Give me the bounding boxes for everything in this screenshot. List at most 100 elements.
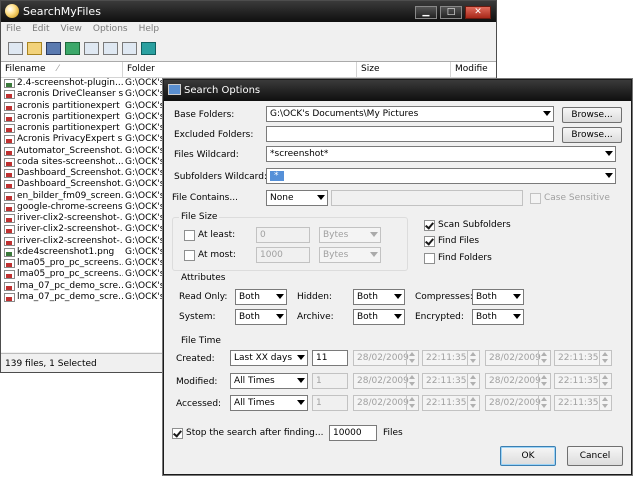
modified-time-from[interactable]: 22:11:35 [422,373,480,389]
at-least-label: At least: [198,230,236,240]
menu-options[interactable]: Options [93,22,128,37]
save-icon[interactable] [46,41,61,55]
chevron-down-icon [370,252,378,257]
filename-cell: lma_07_pc_demo_scre... [1,281,123,292]
accessed-days-input[interactable]: 1 [312,395,348,411]
accessed-date-to[interactable]: 28/02/2009 [485,395,551,411]
at-least-unit-combo[interactable]: Bytes [319,227,381,243]
stop-count-input[interactable]: 10000 [329,425,377,441]
menu-edit[interactable]: Edit [32,22,49,37]
accessed-label: Accessed: [176,399,222,409]
spin-arrows-icon [406,396,418,410]
system-label: System: [179,312,216,322]
filename-cell: Dashboard_Screenshot... [1,179,123,190]
column-size[interactable]: Size [357,62,451,77]
hidden-combo[interactable]: Both [353,289,405,305]
scan-subfolders-checkbox[interactable] [424,220,435,231]
file-size-group-title: File Size [179,212,220,222]
browse-excluded-button[interactable]: Browse... [562,127,622,143]
exit-icon[interactable] [141,41,156,55]
read-only-combo[interactable]: Both [235,289,287,305]
created-time-to[interactable]: 22:11:35 [554,350,612,366]
created-days-input[interactable]: 11 [312,350,348,366]
search-icon[interactable] [122,41,137,55]
filename-cell: coda sites-screenshot.... [1,157,123,168]
column-folder[interactable]: Folder [123,62,357,77]
properties-icon[interactable] [8,41,23,55]
created-mode-combo[interactable]: Last XX days [230,350,308,366]
jpg-file-icon [4,225,15,235]
system-combo[interactable]: Both [235,309,287,325]
ok-button[interactable]: OK [500,446,556,466]
at-most-input[interactable]: 1000 [256,247,310,263]
find-files-label: Find Files [438,236,480,246]
jpg-file-icon [4,202,15,212]
at-most-label: At most: [198,250,236,260]
accessed-date-from[interactable]: 28/02/2009 [353,395,419,411]
jpg-file-icon [4,270,15,280]
subfolders-wildcard-combo[interactable]: * [266,168,616,184]
modified-date-from[interactable]: 28/02/2009 [353,373,419,389]
filename-cell: google-chrome-screens... [1,202,123,213]
compresses-combo[interactable]: Both [472,289,524,305]
files-suffix-label: Files [383,428,403,438]
encrypted-combo[interactable]: Both [472,309,524,325]
created-time-from[interactable]: 22:11:35 [422,350,480,366]
stop-search-checkbox[interactable] [172,428,183,439]
case-sensitive-checkbox[interactable] [530,193,541,204]
file-contains-input[interactable] [331,190,523,206]
find-folders-checkbox[interactable] [424,253,435,264]
menu-view[interactable]: View [61,22,82,37]
excluded-folders-input[interactable] [266,126,554,142]
copy-icon[interactable] [84,41,99,55]
filename-cell: kde4screenshot1.png [1,247,123,258]
base-folders-combo[interactable]: G:\OCK's Documents\My Pictures [266,106,554,122]
at-most-checkbox[interactable] [184,250,195,261]
filename-cell: acronis partitionexpert s... [1,112,123,123]
close-button[interactable]: ✕ [465,6,491,19]
menu-help[interactable]: Help [139,22,160,37]
maximize-button[interactable]: □ [440,6,462,19]
modified-label: Modified: [176,377,218,387]
dialog-title-bar[interactable]: Search Options [164,80,631,101]
files-wildcard-combo[interactable]: *screenshot* [266,146,616,162]
open-icon[interactable] [27,41,42,55]
minimize-button[interactable]: ▁ [415,6,437,19]
modified-time-to[interactable]: 22:11:35 [554,373,612,389]
cancel-button[interactable]: Cancel [567,446,623,466]
chevron-down-icon [297,378,305,383]
chevron-down-icon [370,232,378,237]
clipboard-icon[interactable] [103,41,118,55]
accessed-mode-combo[interactable]: All Times [230,395,308,411]
at-most-unit-combo[interactable]: Bytes [319,247,381,263]
modified-date-to[interactable]: 28/02/2009 [485,373,551,389]
file-contains-mode-combo[interactable]: None [266,190,328,206]
modified-mode-combo[interactable]: All Times [230,373,308,389]
menu-file[interactable]: File [6,22,21,37]
created-date-from[interactable]: 28/02/2009 [353,350,419,366]
toolbar [1,37,496,59]
chevron-down-icon [394,314,402,319]
refresh-icon[interactable] [65,41,80,55]
created-date-to[interactable]: 28/02/2009 [485,350,551,366]
at-least-input[interactable]: 0 [256,227,310,243]
chevron-down-icon [513,294,521,299]
filename-cell: iriver-clix2-screenshot-... [1,213,123,224]
filename-cell: en_bilder_fm09_screen... [1,191,123,202]
accessed-time-to[interactable]: 22:11:35 [554,395,612,411]
browse-base-button[interactable]: Browse... [562,107,622,123]
archive-combo[interactable]: Both [353,309,405,325]
spin-arrows-icon [599,396,611,410]
chevron-down-icon [297,355,305,360]
chevron-down-icon [317,195,325,200]
at-least-checkbox[interactable] [184,230,195,241]
find-files-checkbox[interactable] [424,236,435,247]
column-modified[interactable]: Modifie [451,62,496,77]
filename-cell: Dashboard_Screenshot... [1,168,123,179]
modified-days-input[interactable]: 1 [312,373,348,389]
accessed-time-from[interactable]: 22:11:35 [422,395,480,411]
main-title-bar[interactable]: SearchMyFiles ▁ □ ✕ [1,1,496,22]
column-filename[interactable]: Filename ⁄ [1,62,123,77]
chevron-down-icon [276,294,284,299]
chevron-down-icon [297,400,305,405]
